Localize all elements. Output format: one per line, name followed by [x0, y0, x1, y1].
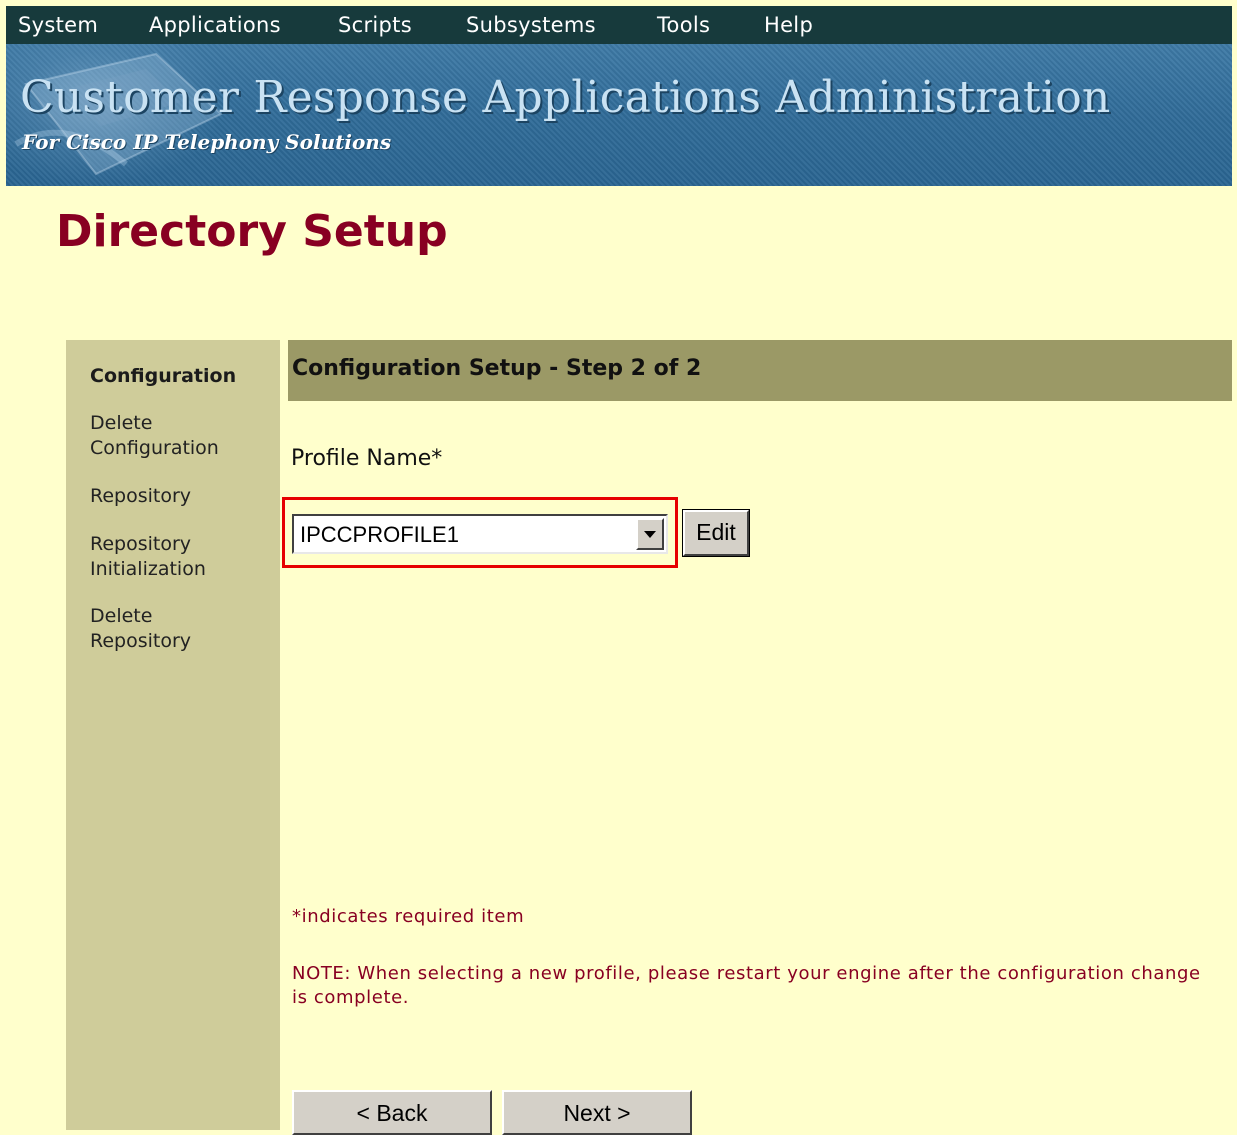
- restart-note: NOTE: When selecting a new profile, plea…: [292, 963, 1201, 1008]
- profile-name-select[interactable]: IPCCPROFILE1: [292, 514, 668, 554]
- menu-system[interactable]: System: [18, 6, 98, 44]
- dropdown-arrow-button[interactable]: [636, 518, 664, 550]
- page-title: Directory Setup: [56, 206, 448, 257]
- menu-help[interactable]: Help: [764, 6, 813, 44]
- app-banner: Customer Response Applications Administr…: [6, 44, 1232, 186]
- profile-name-label: Profile Name*: [291, 446, 443, 471]
- edit-button[interactable]: Edit: [682, 509, 750, 557]
- menu-applications[interactable]: Applications: [149, 6, 281, 44]
- app-subtitle: For Cisco IP Telephony Solutions: [22, 130, 392, 154]
- step-header: Configuration Setup - Step 2 of 2: [288, 340, 1232, 401]
- sidebar-item-configuration[interactable]: Configuration: [90, 364, 236, 389]
- menu-scripts[interactable]: Scripts: [338, 6, 412, 44]
- app-title: Customer Response Applications Administr…: [20, 72, 1111, 123]
- next-button[interactable]: Next >: [502, 1090, 692, 1135]
- sidebar-item-delete-repository[interactable]: Delete Repository: [90, 604, 220, 654]
- chevron-down-icon: [644, 531, 656, 538]
- sidebar-item-delete-configuration[interactable]: Delete Configuration: [90, 411, 250, 461]
- menu-subsystems[interactable]: Subsystems: [466, 6, 596, 44]
- menu-bar: System Applications Scripts Subsystems T…: [6, 6, 1232, 44]
- sidebar-item-repository[interactable]: Repository: [90, 484, 191, 509]
- menu-tools[interactable]: Tools: [657, 6, 710, 44]
- back-button[interactable]: < Back: [292, 1090, 492, 1135]
- profile-name-value: IPCCPROFILE1: [300, 522, 459, 547]
- required-note: *indicates required item: [292, 906, 525, 927]
- step-header-label: Configuration Setup - Step 2 of 2: [292, 356, 702, 381]
- sidebar: Configuration Delete Configuration Repos…: [66, 340, 280, 1130]
- sidebar-item-repository-initialization[interactable]: Repository Initialization: [90, 532, 240, 582]
